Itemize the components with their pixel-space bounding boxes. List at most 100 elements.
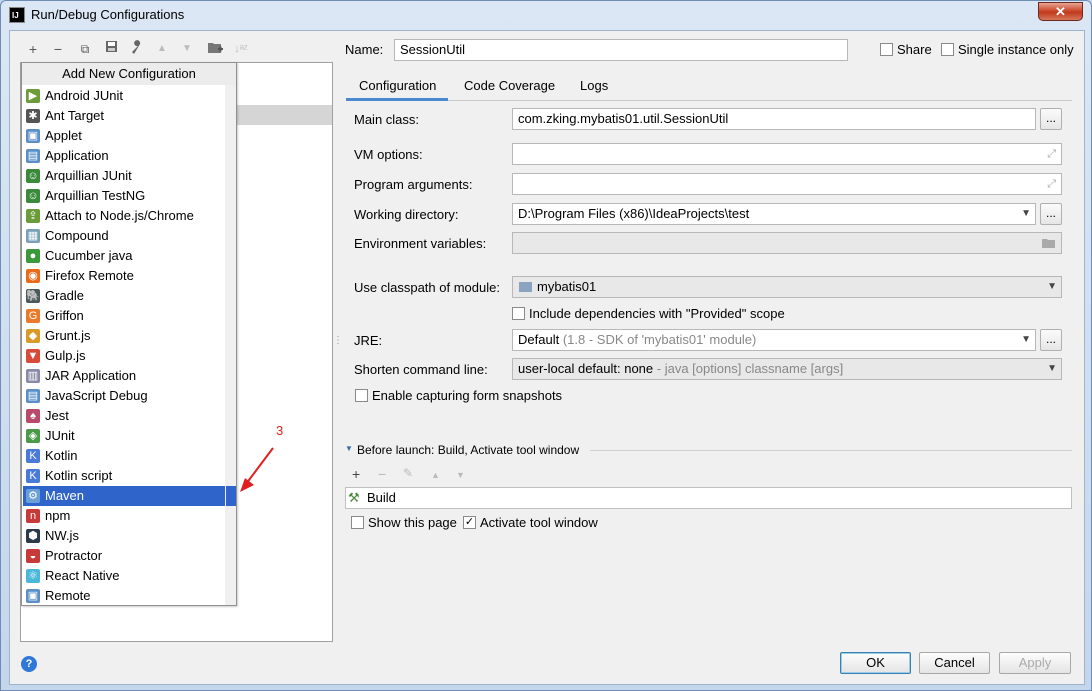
main-class-field[interactable]: com.zking.mybatis01.util.SessionUtil: [512, 108, 1036, 130]
android-junit-icon: ▶: [26, 89, 40, 103]
main-class-browse-button[interactable]: ...: [1040, 108, 1062, 130]
before-launch-divider: [590, 450, 1072, 451]
name-field[interactable]: SessionUtil: [394, 39, 848, 61]
before-launch-label[interactable]: Before launch: Build, Activate tool wind…: [357, 443, 579, 457]
working-directory-browse-button[interactable]: ...: [1040, 203, 1062, 225]
popup-item[interactable]: ▤ Application: [23, 146, 225, 166]
popup-item-label: NW.js: [45, 528, 79, 543]
vm-options-field[interactable]: ⤢: [512, 143, 1062, 165]
program-arguments-field[interactable]: ⤢: [512, 173, 1062, 195]
save-icon[interactable]: [102, 40, 120, 58]
tree-selected-row[interactable]: [236, 105, 332, 125]
before-launch-list[interactable]: ⚒ Build: [345, 487, 1072, 509]
folder-icon[interactable]: [206, 40, 224, 58]
help-icon[interactable]: ?: [21, 656, 37, 672]
sort-icon[interactable]: ↓ᵃᶻ: [232, 40, 250, 58]
attach-icon: ⇪: [26, 209, 40, 223]
selection-highlight: [226, 486, 236, 506]
popup-item[interactable]: ◒ Protractor: [23, 546, 225, 566]
move-up-icon[interactable]: ▲: [153, 40, 171, 58]
tab-configuration[interactable]: Configuration: [347, 76, 448, 100]
applet-icon: ▣: [26, 129, 40, 143]
build-item[interactable]: Build: [367, 490, 396, 505]
show-page-checkbox[interactable]: [351, 516, 364, 529]
maven-icon: ⚙: [26, 489, 40, 503]
gradle-icon: 🐘: [26, 289, 40, 303]
popup-item[interactable]: K Kotlin: [23, 446, 225, 466]
jest-icon: ♠: [26, 409, 40, 423]
cucumber-icon: ●: [26, 249, 40, 263]
collapse-triangle-icon[interactable]: ▼: [345, 444, 353, 453]
classpath-combo[interactable]: mybatis01 ▼: [512, 276, 1062, 298]
popup-item[interactable]: ◈ JUnit: [23, 426, 225, 446]
folder-icon[interactable]: [1042, 233, 1056, 253]
apply-button[interactable]: Apply: [999, 652, 1071, 674]
react-icon: ⚛: [26, 569, 40, 583]
popup-item-label: JAR Application: [45, 368, 137, 383]
popup-item-label: JUnit: [45, 428, 75, 443]
share-checkbox[interactable]: [880, 43, 893, 56]
popup-item[interactable]: ⚙ Maven: [23, 486, 225, 506]
chevron-down-icon[interactable]: ▼: [1047, 359, 1057, 379]
jre-combo[interactable]: Default (1.8 - SDK of 'mybatis01' module…: [512, 329, 1036, 351]
edit-icon[interactable]: ✎: [403, 466, 413, 480]
popup-item[interactable]: ▦ Compound: [23, 226, 225, 246]
popup-item[interactable]: K Kotlin script: [23, 466, 225, 486]
remove-icon[interactable]: −: [49, 40, 67, 58]
tab-code-coverage[interactable]: Code Coverage: [452, 76, 567, 100]
wrench-icon[interactable]: [128, 40, 146, 58]
popup-item[interactable]: 🐘 Gradle: [23, 286, 225, 306]
popup-item-label: Jest: [45, 408, 69, 423]
close-button[interactable]: ✕: [1038, 2, 1083, 21]
popup-item[interactable]: ▶ Android JUnit: [23, 86, 225, 106]
move-down-icon[interactable]: ▼: [178, 40, 196, 58]
move-up-icon[interactable]: ▲: [431, 470, 440, 480]
classpath-label: Use classpath of module:: [354, 280, 500, 295]
popup-item[interactable]: ◆ Grunt.js: [23, 326, 225, 346]
popup-item[interactable]: ▣ Applet: [23, 126, 225, 146]
popup-item-label: Applet: [45, 128, 82, 143]
popup-item[interactable]: ☺ Arquillian TestNG: [23, 186, 225, 206]
chevron-down-icon[interactable]: ▼: [1047, 277, 1057, 297]
single-instance-checkbox[interactable]: [941, 43, 954, 56]
gulp-icon: ▼: [26, 349, 40, 363]
environment-variables-field[interactable]: [512, 232, 1062, 254]
title-bar[interactable]: IJ Run/Debug Configurations ✕: [1, 1, 1091, 29]
popup-item[interactable]: ▣ Remote: [23, 586, 225, 606]
popup-item[interactable]: ▤ JavaScript Debug: [23, 386, 225, 406]
remove-icon[interactable]: −: [378, 466, 386, 482]
jre-browse-button[interactable]: ...: [1040, 329, 1062, 351]
add-icon[interactable]: +: [24, 40, 42, 58]
activate-tool-checkbox[interactable]: ✓: [463, 516, 476, 529]
popup-item[interactable]: ⚛ React Native: [23, 566, 225, 586]
popup-item[interactable]: ⬢ NW.js: [23, 526, 225, 546]
popup-item[interactable]: ● Cucumber java: [23, 246, 225, 266]
popup-item[interactable]: ⇪ Attach to Node.js/Chrome: [23, 206, 225, 226]
tab-logs[interactable]: Logs: [568, 76, 620, 100]
chevron-down-icon[interactable]: ▼: [1021, 204, 1031, 224]
working-directory-combo[interactable]: D:\Program Files (x86)\IdeaProjects\test…: [512, 203, 1036, 225]
include-dependencies-checkbox[interactable]: [512, 307, 525, 320]
add-icon[interactable]: +: [352, 466, 360, 482]
chevron-down-icon[interactable]: ▼: [1021, 330, 1031, 350]
shorten-command-combo[interactable]: user-local default: none - java [options…: [512, 358, 1062, 380]
copy-icon[interactable]: ⧉: [76, 40, 94, 58]
cancel-button[interactable]: Cancel: [919, 652, 990, 674]
firefox-icon: ◉: [26, 269, 40, 283]
popup-item[interactable]: ▥ JAR Application: [23, 366, 225, 386]
ok-button[interactable]: OK: [840, 652, 911, 674]
splitter-handle[interactable]: ⋮: [333, 335, 343, 346]
popup-item[interactable]: ✱ Ant Target: [23, 106, 225, 126]
popup-item[interactable]: ♠ Jest: [23, 406, 225, 426]
expand-icon[interactable]: ⤢: [1047, 144, 1056, 164]
intellij-icon: IJ: [9, 7, 25, 23]
popup-item[interactable]: G Griffon: [23, 306, 225, 326]
popup-item[interactable]: ▼ Gulp.js: [23, 346, 225, 366]
expand-icon[interactable]: ⤢: [1047, 174, 1056, 194]
enable-snapshots-checkbox[interactable]: [355, 389, 368, 402]
popup-scrollbar[interactable]: [225, 85, 236, 605]
popup-item[interactable]: n npm: [23, 506, 225, 526]
popup-item[interactable]: ☺ Arquillian JUnit: [23, 166, 225, 186]
popup-item[interactable]: ◉ Firefox Remote: [23, 266, 225, 286]
move-down-icon[interactable]: ▼: [456, 470, 465, 480]
